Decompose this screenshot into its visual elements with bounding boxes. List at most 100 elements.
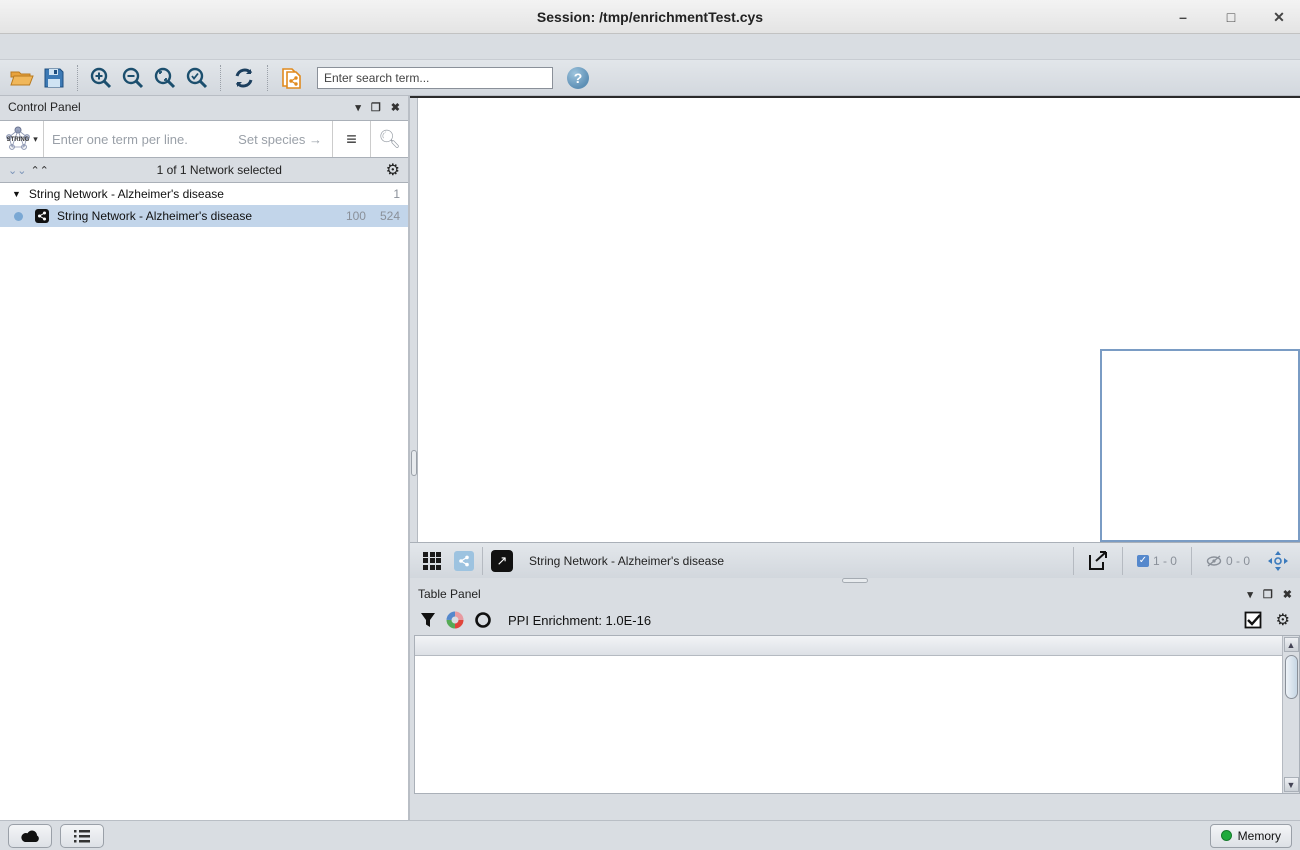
network-view-toolbar: ↗ String Network - Alzheimer's disease ✓…: [410, 542, 1300, 578]
string-logo[interactable]: STRING ▾: [0, 121, 44, 157]
task-history-button[interactable]: [8, 824, 52, 848]
zoom-out-icon: [121, 66, 145, 90]
string-search-button[interactable]: 🔍︎: [370, 121, 408, 157]
scroll-up-button[interactable]: ▲: [1284, 637, 1299, 652]
list-icon: [74, 829, 90, 843]
expand-all-icon[interactable]: ⌃⌃: [30, 164, 48, 177]
scroll-thumb[interactable]: [1285, 655, 1298, 699]
network-navigator[interactable]: [1100, 349, 1300, 542]
refresh-icon: [233, 67, 255, 89]
maximize-button[interactable]: □: [1218, 9, 1244, 25]
vertical-scrollbar[interactable]: ▲ ▼: [1282, 636, 1299, 793]
network-share-button[interactable]: [454, 551, 474, 571]
enrichment-toolbar: PPI Enrichment: 1.0E-16 ⚙︎: [410, 605, 1300, 635]
window-title: Session: /tmp/enrichmentTest.cys: [537, 9, 763, 25]
table-body: [415, 636, 1282, 793]
network-tree: ▼ String Network - Alzheimer's disease 1…: [0, 182, 408, 820]
set-species-label[interactable]: Set species →: [238, 132, 332, 147]
memory-status-dot: [1221, 830, 1232, 841]
collapse-all-icon[interactable]: ⌄⌄: [8, 164, 26, 177]
toolbar-separator: [1122, 547, 1123, 575]
chart-donut-icon[interactable]: [446, 611, 464, 629]
control-panel: Control Panel ▾ ❒ ✖ STRING ▾ Set species…: [0, 96, 410, 820]
close-button[interactable]: ✕: [1266, 9, 1292, 26]
close-panel-icon[interactable]: ✖: [1283, 588, 1292, 601]
clipboard-network-icon: [279, 66, 303, 90]
help-button[interactable]: ?: [567, 67, 589, 89]
selected-count-badge: ✓ 1 - 0: [1131, 554, 1183, 568]
grid-mode-button[interactable]: [416, 546, 448, 576]
network-options-gear-icon[interactable]: ⚙︎: [386, 160, 400, 180]
selected-check-icon: ✓: [1137, 555, 1149, 567]
memory-button[interactable]: Memory: [1210, 824, 1292, 848]
zoom-in-button[interactable]: [85, 63, 117, 93]
network-canvas[interactable]: [410, 96, 1300, 542]
network-row-selected[interactable]: String Network - Alzheimer's disease 100…: [0, 205, 408, 227]
table-header-row: [415, 636, 1282, 656]
save-floppy-icon: [44, 68, 64, 88]
float-panel-icon[interactable]: ❒: [1263, 588, 1273, 601]
detach-view-button[interactable]: ↗: [491, 550, 513, 572]
select-checkbox-icon[interactable]: [1244, 611, 1262, 629]
edge-count: 524: [380, 209, 400, 223]
network-selection-row: ⌄⌄ ⌃⌃ 1 of 1 Network selected ⚙︎: [0, 158, 408, 182]
zoom-out-button[interactable]: [117, 63, 149, 93]
main-toolbar: ?: [0, 60, 1300, 96]
control-panel-header: Control Panel ▾ ❒ ✖: [0, 96, 408, 118]
menu-bar: [0, 34, 1300, 60]
task-list-button[interactable]: [60, 824, 104, 848]
save-session-button[interactable]: [38, 63, 70, 93]
scroll-down-button[interactable]: ▼: [1284, 777, 1299, 792]
panel-menu-icon[interactable]: ▾: [355, 101, 361, 114]
table-panel: Table Panel ▾ ❒ ✖ PPI Enrichment: 1.0E-1…: [410, 583, 1300, 820]
search-input[interactable]: [317, 67, 553, 89]
current-network-dot: [14, 212, 23, 221]
svg-text:STRING: STRING: [7, 137, 30, 143]
horizontal-splitter[interactable]: [410, 578, 1300, 583]
open-session-button[interactable]: [6, 63, 38, 93]
minimize-button[interactable]: –: [1170, 9, 1196, 25]
panel-menu-icon[interactable]: ▾: [1247, 588, 1253, 601]
collection-count: 1: [393, 187, 400, 201]
string-query-input[interactable]: [44, 132, 238, 147]
hidden-count-badge: 0 - 0: [1200, 554, 1256, 568]
open-folder-icon: [10, 68, 34, 88]
reset-ring-icon[interactable]: [474, 611, 492, 629]
window-controls: – □ ✕: [1170, 0, 1292, 34]
enrichment-settings-gear-icon[interactable]: ⚙︎: [1276, 610, 1290, 630]
toolbar-separator: [1073, 547, 1074, 575]
enrichment-table: ▲ ▼: [414, 635, 1300, 794]
splitter-grip[interactable]: [842, 578, 868, 583]
zoom-fit-button[interactable]: [149, 63, 181, 93]
string-logo-icon: STRING: [5, 126, 31, 152]
navigator-map[interactable]: [1102, 351, 1298, 540]
zoom-in-icon: [89, 66, 113, 90]
zoom-selected-button[interactable]: [181, 63, 213, 93]
filter-icon[interactable]: [420, 612, 436, 628]
ppi-enrichment-label: PPI Enrichment: 1.0E-16: [508, 613, 651, 628]
zoom-selected-icon: [185, 66, 209, 90]
status-bar: Memory: [0, 820, 1300, 850]
network-collection-row[interactable]: ▼ String Network - Alzheimer's disease 1: [0, 183, 408, 205]
export-view-button[interactable]: [1082, 546, 1114, 576]
refresh-button[interactable]: [228, 63, 260, 93]
close-panel-icon[interactable]: ✖: [391, 101, 400, 114]
toolbar-separator: [220, 65, 221, 91]
table-panel-tabs: [410, 794, 1300, 820]
network-from-clipboard-button[interactable]: [275, 63, 307, 93]
hidden-eye-icon: [1206, 555, 1222, 567]
string-options-button[interactable]: ≡: [332, 121, 370, 157]
toolbar-separator: [1191, 547, 1192, 575]
network-view-title: String Network - Alzheimer's disease: [519, 554, 1065, 568]
panel-splitter[interactable]: [410, 98, 418, 542]
string-dropdown-arrow: ▾: [33, 134, 38, 145]
collection-expand-icon[interactable]: ▼: [12, 189, 21, 199]
navigator-toggle-button[interactable]: [1262, 546, 1294, 576]
node-count: 100: [346, 209, 366, 223]
splitter-grip[interactable]: [411, 450, 417, 476]
float-panel-icon[interactable]: ❒: [371, 101, 381, 114]
cytoscape-window: Session: /tmp/enrichmentTest.cys – □ ✕: [0, 0, 1300, 850]
network-label: String Network - Alzheimer's disease: [57, 209, 252, 223]
toolbar-separator: [482, 547, 483, 575]
collection-label: String Network - Alzheimer's disease: [29, 187, 224, 201]
